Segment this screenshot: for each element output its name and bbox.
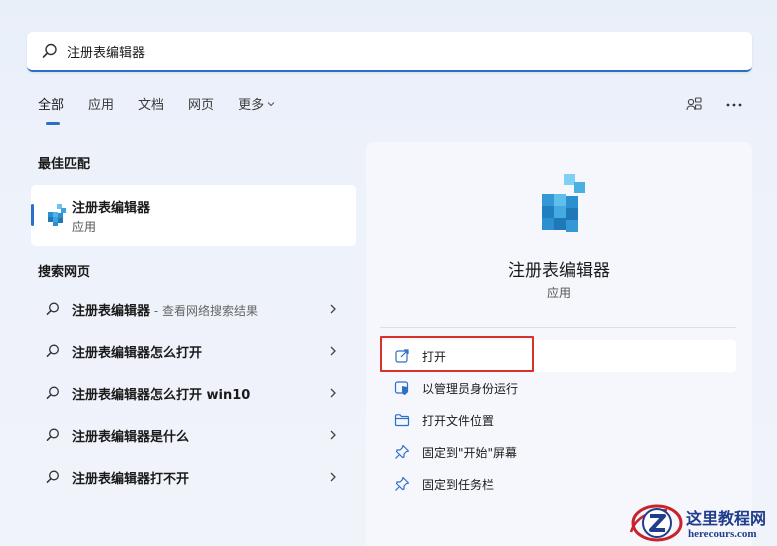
tab-apps[interactable]: 应用 xyxy=(88,96,114,116)
detail-app-type: 应用 xyxy=(546,286,571,300)
search-icon xyxy=(46,386,59,399)
best-match-type: 应用 xyxy=(72,220,97,234)
search-icon xyxy=(46,470,59,483)
web-result-item[interactable]: 注册表编辑器是什么 xyxy=(31,414,356,456)
selection-indicator xyxy=(31,204,34,226)
tab-web[interactable]: 网页 xyxy=(188,96,214,116)
best-match-item[interactable]: 注册表编辑器 应用 xyxy=(31,185,356,246)
open-file-location-action[interactable]: 打开文件位置 xyxy=(380,404,736,436)
action-list: 打开 以管理员身份运行 打开文件位置 固定到"开始"屏幕 固定到任务栏 xyxy=(380,340,736,500)
watermark: 这里教程网 herecours.com xyxy=(627,500,777,546)
watermark-title: 这里教程网 xyxy=(686,509,767,528)
search-input[interactable]: 注册表编辑器 xyxy=(67,42,145,61)
tab-more-label: 更多 xyxy=(238,98,265,113)
chevron-right-icon xyxy=(330,472,336,482)
web-result-item[interactable]: 注册表编辑器 - 查看网络搜索结果 xyxy=(31,288,356,330)
detail-app-name: 注册表编辑器 xyxy=(508,261,610,281)
web-result-item[interactable]: 注册表编辑器打不开 xyxy=(31,456,356,498)
open-file-location-label: 打开文件位置 xyxy=(422,413,495,428)
web-search-list: 注册表编辑器 - 查看网络搜索结果 注册表编辑器怎么打开 注册表编辑器怎么打开 … xyxy=(31,288,356,498)
web-result-item[interactable]: 注册表编辑器怎么打开 xyxy=(31,330,356,372)
web-result-text: 注册表编辑器怎么打开 win10 xyxy=(72,387,251,403)
regedit-icon xyxy=(48,204,66,226)
detail-panel: 注册表编辑器 应用 打开 以管理员身份运行 打开文件位置 固定到"开始"屏幕 固… xyxy=(366,142,752,546)
web-result-text: 注册表编辑器怎么打开 xyxy=(72,345,203,361)
pin-to-taskbar-label: 固定到任务栏 xyxy=(422,477,495,492)
search-icon xyxy=(46,302,59,315)
regedit-icon xyxy=(542,174,585,232)
web-result-text: 注册表编辑器打不开 xyxy=(72,471,190,487)
run-as-admin-label: 以管理员身份运行 xyxy=(422,381,519,396)
watermark-url: herecours.com xyxy=(688,528,757,540)
search-bar[interactable]: 注册表编辑器 xyxy=(27,32,752,72)
more-options-icon[interactable] xyxy=(725,96,743,114)
folder-icon xyxy=(394,414,410,427)
tab-more[interactable]: 更多 xyxy=(238,96,275,116)
best-match-heading: 最佳匹配 xyxy=(38,157,91,172)
web-result-text: 注册表编辑器是什么 xyxy=(72,429,190,445)
tab-documents[interactable]: 文档 xyxy=(138,96,164,116)
web-result-item[interactable]: 注册表编辑器怎么打开 win10 xyxy=(31,372,356,414)
open-action-label: 打开 xyxy=(422,349,447,364)
chevron-down-icon xyxy=(267,102,275,107)
pin-icon xyxy=(395,476,410,491)
tab-all[interactable]: 全部 xyxy=(38,96,64,125)
web-result-subtext: - 查看网络搜索结果 xyxy=(150,303,258,318)
web-result-text: 注册表编辑器 - 查看网络搜索结果 xyxy=(72,300,258,319)
chevron-right-icon xyxy=(330,346,336,356)
web-search-heading: 搜索网页 xyxy=(38,265,91,280)
pin-icon xyxy=(395,444,410,459)
chevron-right-icon xyxy=(330,388,336,398)
run-as-admin-action[interactable]: 以管理员身份运行 xyxy=(380,372,736,404)
divider xyxy=(380,327,736,328)
best-match-name: 注册表编辑器 xyxy=(72,201,151,216)
chevron-right-icon xyxy=(330,430,336,440)
chevron-right-icon xyxy=(330,304,336,314)
filter-tabs: 全部 应用 文档 网页 更多 xyxy=(38,96,299,126)
search-icon xyxy=(46,344,59,357)
pin-to-taskbar-action[interactable]: 固定到任务栏 xyxy=(380,468,736,500)
open-external-icon xyxy=(395,349,409,363)
search-icon xyxy=(46,428,59,441)
pin-to-start-action[interactable]: 固定到"开始"屏幕 xyxy=(380,436,736,468)
top-right-toolbar xyxy=(685,96,743,114)
watermark-logo-icon xyxy=(629,504,683,542)
search-icon xyxy=(42,43,57,58)
account-switch-icon[interactable] xyxy=(685,96,703,114)
open-action[interactable]: 打开 xyxy=(380,340,736,372)
web-result-query: 注册表编辑器 xyxy=(72,303,151,319)
admin-shield-icon xyxy=(394,381,409,395)
pin-to-start-label: 固定到"开始"屏幕 xyxy=(422,445,518,460)
